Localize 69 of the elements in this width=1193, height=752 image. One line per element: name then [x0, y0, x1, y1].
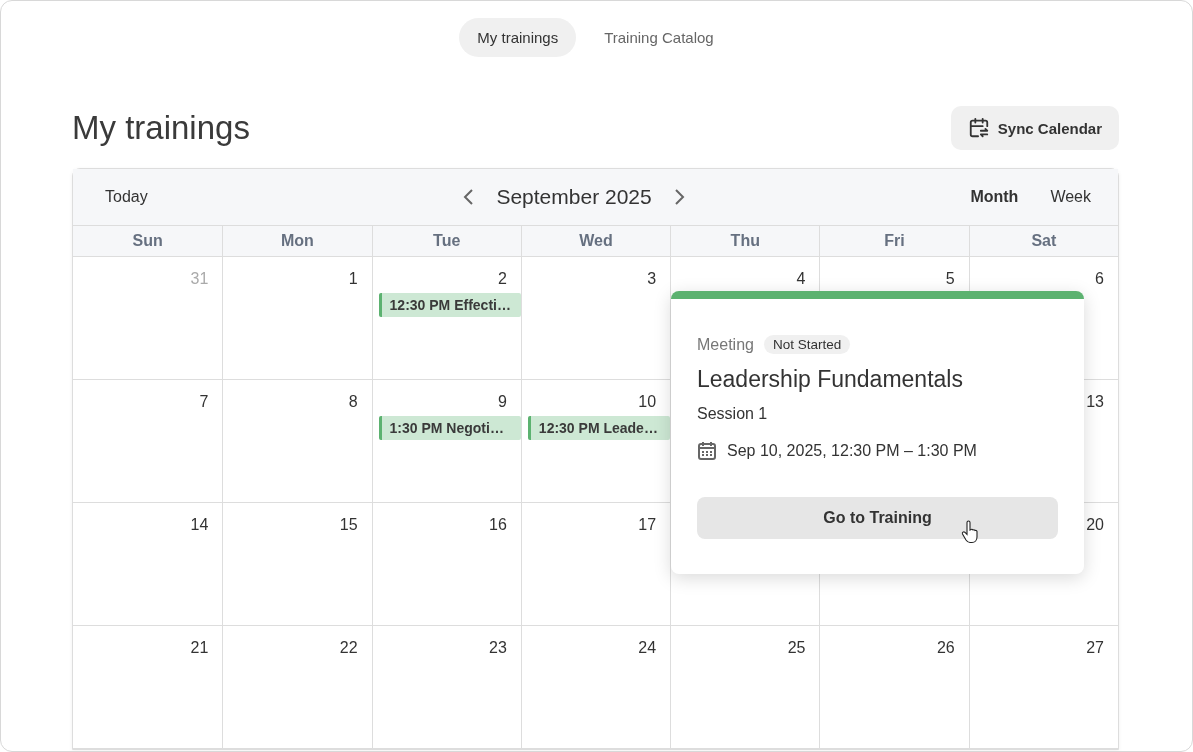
view-toggle[interactable]: Month	[958, 182, 1031, 212]
day-number: 4	[796, 269, 806, 289]
weekday-header: Thu	[670, 226, 820, 256]
nav-tab[interactable]: My trainings	[459, 18, 577, 57]
day-number: 13	[1086, 392, 1104, 412]
day-number: 26	[936, 638, 955, 658]
day-cell[interactable]: 24	[520, 626, 671, 749]
day-number: 22	[339, 638, 358, 658]
day-cell[interactable]: 25	[670, 626, 820, 749]
day-number: 16	[489, 515, 507, 535]
weekday-header: Mon	[222, 226, 372, 256]
sync-calendar-button[interactable]: Sync Calendar	[950, 106, 1119, 150]
view-toggle[interactable]: Week	[1038, 182, 1103, 212]
day-cell[interactable]: 22	[222, 626, 372, 749]
event-type: Meeting	[697, 335, 754, 354]
day-number: 1	[348, 269, 358, 289]
session-label: Session 1	[697, 405, 769, 423]
month-label: September 2025	[496, 185, 652, 209]
day-number: 20	[1086, 515, 1104, 535]
day-cell[interactable]: 10 12:30 PM Leade…	[520, 380, 671, 503]
day-number: 2	[497, 269, 507, 289]
day-cell[interactable]: 21	[73, 626, 223, 749]
day-cell[interactable]: 3	[520, 257, 671, 380]
day-cell[interactable]: 23	[371, 626, 521, 749]
weekday-header: Sat	[968, 226, 1118, 256]
day-number: 10	[638, 392, 657, 412]
day-number: 14	[190, 515, 209, 535]
day-cell[interactable]: 17	[520, 503, 671, 626]
weekday-header: Tue	[371, 226, 521, 256]
weekday-header: Fri	[819, 226, 969, 256]
day-number: 24	[638, 638, 657, 658]
day-number: 6	[1095, 269, 1104, 289]
day-number: 3	[647, 269, 657, 289]
day-number: 15	[339, 515, 358, 535]
day-number: 31	[190, 269, 209, 289]
day-number: 9	[497, 392, 507, 412]
day-number: 21	[190, 638, 209, 658]
day-cell[interactable]: 2 12:30 PM Effecti…	[371, 257, 521, 380]
day-number: 27	[1086, 638, 1104, 658]
day-cell[interactable]: 27	[968, 626, 1118, 749]
day-number: 5	[945, 269, 955, 289]
calendar-icon	[697, 441, 717, 461]
event-chip[interactable]: 1:30 PM Negoti…	[378, 416, 521, 440]
day-cell[interactable]: 16	[371, 503, 521, 626]
event-chip[interactable]: 12:30 PM Effecti…	[378, 293, 521, 317]
day-cell[interactable]: 26	[819, 626, 969, 749]
day-cell[interactable]: 9 1:30 PM Negoti…	[371, 380, 521, 503]
go-to-training-button[interactable]: Go to Training	[697, 497, 1058, 539]
day-cell[interactable]: 14	[73, 503, 223, 626]
day-cell[interactable]: 1	[222, 257, 372, 380]
hand-cursor-icon	[961, 520, 979, 544]
today-button[interactable]: Today	[93, 182, 160, 212]
weekday-header: Sun	[131, 231, 164, 251]
page-title: My trainings	[72, 109, 250, 147]
day-number: 25	[787, 638, 806, 658]
day-number: 23	[489, 638, 507, 658]
weekday-header: Wed	[520, 226, 671, 256]
calendar-sync-icon	[967, 117, 990, 139]
day-number: 7	[199, 392, 209, 412]
status-badge: Not Started	[763, 335, 851, 354]
day-number: 8	[348, 392, 358, 412]
nav-tab[interactable]: Training Catalog	[586, 18, 732, 57]
day-cell[interactable]: 7	[73, 380, 223, 503]
event-title: Leadership Fundamentals	[697, 366, 964, 393]
day-cell[interactable]: 8	[222, 380, 372, 503]
day-number: 17	[638, 515, 657, 535]
event-chip[interactable]: 12:30 PM Leade…	[527, 416, 671, 440]
day-cell[interactable]: 15	[222, 503, 372, 626]
event-datetime: Sep 10, 2025, 12:30 PM – 1:30 PM	[727, 442, 977, 460]
